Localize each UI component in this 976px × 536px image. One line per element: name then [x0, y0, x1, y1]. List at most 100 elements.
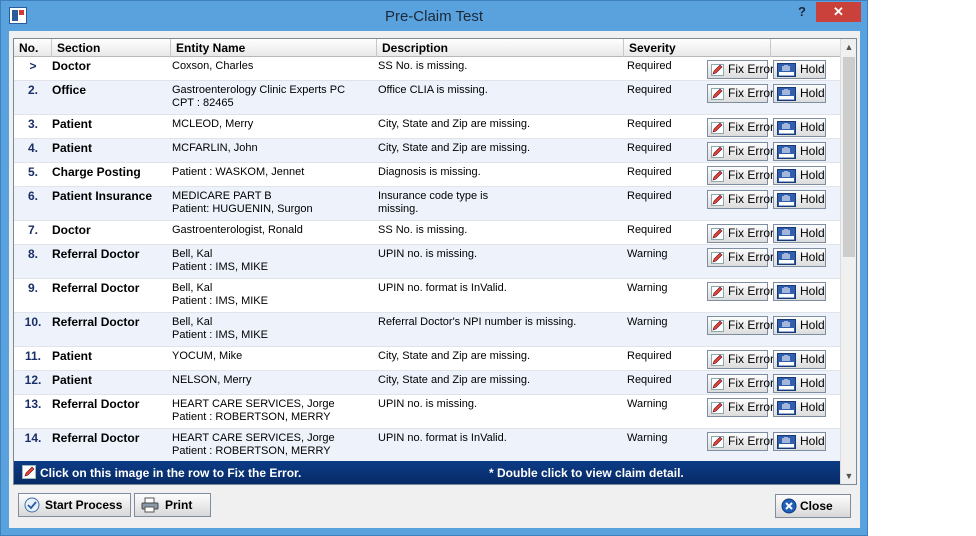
description-line: Referral Doctor's NPI number is missing.	[378, 316, 577, 328]
row-severity: Required	[627, 224, 672, 236]
table-row[interactable]: 3. Patient MCLEOD, Merry City, State and Zi…	[14, 115, 840, 139]
hold-button[interactable]: Hold	[773, 60, 826, 79]
scroll-thumb[interactable]	[843, 57, 855, 257]
window-close-button[interactable]: ✕	[816, 2, 861, 22]
hold-button[interactable]: Hold	[773, 350, 826, 369]
fix-error-button[interactable]: Fix Error	[707, 398, 774, 417]
close-button[interactable]: Close	[775, 494, 851, 518]
table-row[interactable]: 7. Doctor Gastroenterologist, Ronald SS No.…	[14, 221, 840, 245]
description-line: City, State and Zip are missing.	[378, 374, 531, 386]
hold-button[interactable]: Hold	[773, 166, 826, 185]
row-entity-name: Gastroenterologist, Ronald	[172, 224, 372, 237]
header-description[interactable]: Description	[377, 39, 624, 57]
row-number: 2.	[27, 83, 38, 97]
hold-button[interactable]: Hold	[773, 224, 826, 243]
row-severity: Warning	[627, 316, 668, 328]
hold-button[interactable]: Hold	[773, 282, 826, 301]
hold-label: Hold	[800, 144, 825, 158]
fix-error-button[interactable]: Fix Error	[707, 84, 774, 103]
header-section[interactable]: Section	[52, 39, 171, 57]
header-entity-name[interactable]: Entity Name	[171, 39, 377, 57]
table-row[interactable]: 13. Referral Doctor HEART CARE SERVICES, J…	[14, 395, 840, 429]
vertical-scrollbar[interactable]: ▲ ▼	[840, 39, 856, 484]
pencil-icon	[22, 465, 36, 479]
hold-button[interactable]: Hold	[773, 118, 826, 137]
hold-button[interactable]: Hold	[773, 316, 826, 335]
header-actions	[771, 39, 840, 57]
title-bar[interactable]: Pre-Claim Test ? ✕	[1, 1, 867, 31]
row-entity-name: Bell, Kal Patient : IMS, MIKE	[172, 316, 372, 342]
row-section: Office	[52, 83, 87, 97]
table-row[interactable]: 14. Referral Doctor HEART CARE SERVICES, J…	[14, 429, 840, 463]
fix-error-button[interactable]: Fix Error	[707, 224, 774, 243]
row-section: Patient	[52, 141, 93, 155]
pencil-icon	[711, 354, 724, 366]
hold-button[interactable]: Hold	[773, 190, 826, 209]
description-line: UPIN no. format is InValid.	[378, 282, 507, 294]
fix-error-label: Fix Error	[728, 250, 774, 264]
fix-error-label: Fix Error	[728, 376, 774, 390]
hold-hand-icon	[777, 285, 796, 299]
description-line: City, State and Zip are missing.	[378, 350, 531, 362]
row-severity: Required	[627, 374, 672, 386]
hold-hand-icon	[777, 193, 796, 207]
hold-label: Hold	[800, 192, 825, 206]
table-row[interactable]: 6. Patient Insurance MEDICARE PART B Patien…	[14, 187, 840, 221]
hold-button[interactable]: Hold	[773, 432, 826, 451]
hold-button[interactable]: Hold	[773, 374, 826, 393]
row-severity: Required	[627, 350, 672, 362]
header-severity[interactable]: Severity	[624, 39, 771, 57]
help-button[interactable]: ?	[791, 4, 813, 24]
row-description: Insurance code type is missing.	[378, 190, 618, 216]
table-row[interactable]: 8. Referral Doctor Bell, Kal Patient : IMS,…	[14, 245, 840, 279]
row-severity: Warning	[627, 398, 668, 410]
row-severity: Warning	[627, 248, 668, 260]
table-row[interactable]: 11. Patient YOCUM, Mike City, State and Zip…	[14, 347, 840, 371]
table-row[interactable]: 5. Charge Posting Patient : WASKOM, Jennet…	[14, 163, 840, 187]
fix-error-button[interactable]: Fix Error	[707, 350, 774, 369]
fix-error-button[interactable]: Fix Error	[707, 118, 774, 137]
fix-error-button[interactable]: Fix Error	[707, 166, 774, 185]
fix-error-button[interactable]: Fix Error	[707, 190, 774, 209]
print-button[interactable]: Print	[134, 493, 211, 517]
hold-hand-icon	[777, 63, 796, 77]
start-process-label: Start Process	[45, 498, 123, 512]
hold-button[interactable]: Hold	[773, 248, 826, 267]
start-process-button[interactable]: Start Process	[18, 493, 131, 517]
pencil-icon	[711, 88, 724, 100]
row-entity-name: Bell, Kal Patient : IMS, MIKE	[172, 248, 372, 274]
fix-error-button[interactable]: Fix Error	[707, 248, 774, 267]
fix-error-button[interactable]: Fix Error	[707, 282, 774, 301]
fix-error-button[interactable]: Fix Error	[707, 142, 774, 161]
hold-button[interactable]: Hold	[773, 142, 826, 161]
row-description: UPIN no. format is InValid.	[378, 282, 618, 295]
hold-hand-icon	[777, 121, 796, 135]
hold-button[interactable]: Hold	[773, 84, 826, 103]
entity-line: Patient : IMS, MIKE	[172, 295, 268, 307]
fix-error-label: Fix Error	[728, 352, 774, 366]
fix-error-button[interactable]: Fix Error	[707, 316, 774, 335]
fix-error-button[interactable]: Fix Error	[707, 432, 774, 451]
hold-hand-icon	[777, 227, 796, 241]
description-line: UPIN no. is missing.	[378, 248, 478, 260]
table-row[interactable]: 2. Office Gastroenterology Clinic Experts …	[14, 81, 840, 115]
hold-button[interactable]: Hold	[773, 398, 826, 417]
table-row[interactable]: > Doctor Coxson, Charles SS No. is missing.…	[14, 57, 840, 81]
header-no[interactable]: No.	[14, 39, 52, 57]
row-section: Referral Doctor	[52, 397, 140, 411]
pencil-icon	[711, 122, 724, 134]
table-row[interactable]: 12. Patient NELSON, Merry City, State and Z…	[14, 371, 840, 395]
row-number: 8.	[27, 247, 38, 261]
description-line: Diagnosis is missing.	[378, 166, 481, 178]
scroll-down-icon[interactable]: ▼	[841, 468, 856, 484]
fix-error-button[interactable]: Fix Error	[707, 60, 774, 79]
row-severity: Warning	[627, 282, 668, 294]
entity-line: Gastroenterologist, Ronald	[172, 224, 303, 236]
scroll-up-icon[interactable]: ▲	[841, 39, 856, 55]
table-row[interactable]: 9. Referral Doctor Bell, Kal Patient : IMS,…	[14, 279, 840, 313]
row-description: Office CLIA is missing.	[378, 84, 618, 97]
table-row[interactable]: 10. Referral Doctor Bell, Kal Patient : IMS…	[14, 313, 840, 347]
fix-error-button[interactable]: Fix Error	[707, 374, 774, 393]
hold-hand-icon	[777, 353, 796, 367]
table-row[interactable]: 4. Patient MCFARLIN, John City, State and Z…	[14, 139, 840, 163]
